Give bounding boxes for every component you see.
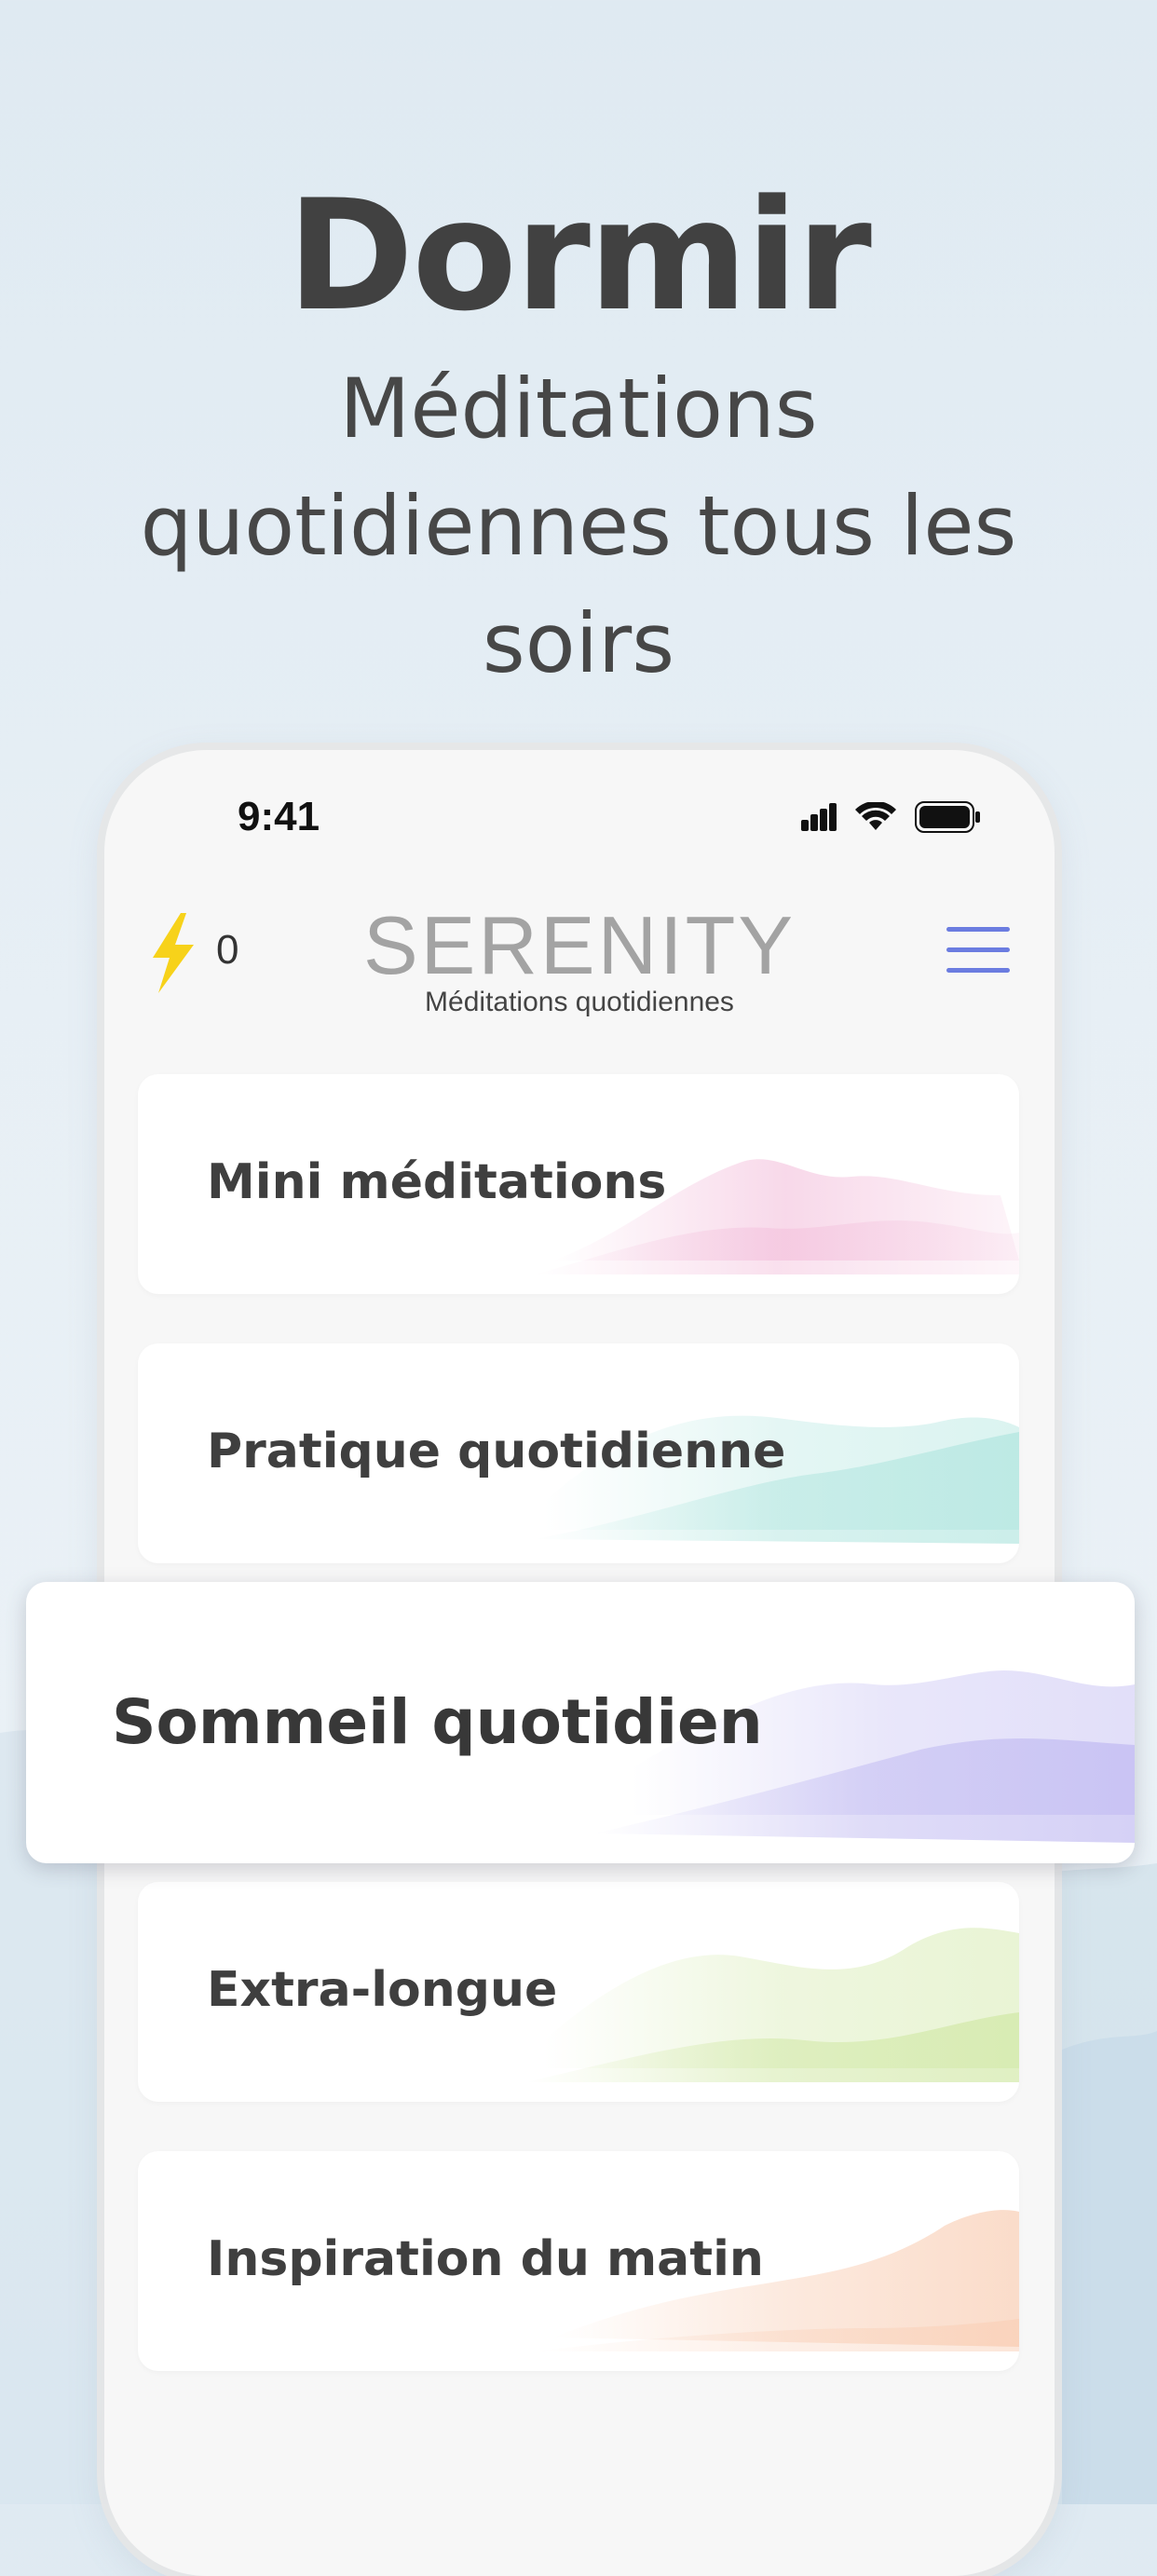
card-label: Mini méditations: [207, 1154, 667, 1210]
category-card-mini-meditations[interactable]: Mini méditations: [138, 1074, 1019, 1294]
page-subtitle: Méditations quotidiennes tous les soirs: [140, 361, 1017, 691]
battery-icon: [915, 801, 980, 833]
card-label: Sommeil quotidien: [112, 1686, 763, 1758]
mountain-illustration: [525, 1928, 1019, 2082]
page-title: Dormir: [287, 167, 872, 345]
category-card-morning-inspiration[interactable]: Inspiration du matin: [138, 2151, 1019, 2371]
status-time: 9:41: [238, 794, 320, 839]
category-card-extra-long[interactable]: Extra-longue: [138, 1882, 1019, 2102]
headline: Dormir Méditations quotidiennes tous les…: [0, 168, 1157, 702]
brand: SERENITY Méditations quotidiennes: [104, 901, 1055, 1018]
wifi-icon: [855, 802, 896, 830]
card-label: Inspiration du matin: [207, 2231, 764, 2287]
card-label: Pratique quotidienne: [207, 1424, 786, 1479]
category-card-daily-sleep[interactable]: Sommeil quotidien: [26, 1582, 1135, 1863]
brand-logo: SERENITY: [362, 899, 796, 991]
card-label: Extra-longue: [207, 1962, 558, 2018]
hamburger-menu-icon[interactable]: [946, 927, 1010, 974]
status-icons: [801, 801, 982, 833]
signal-icon: [801, 803, 837, 831]
brand-tagline: Méditations quotidiennes: [425, 987, 734, 1017]
category-card-daily-practice[interactable]: Pratique quotidienne: [138, 1343, 1019, 1563]
